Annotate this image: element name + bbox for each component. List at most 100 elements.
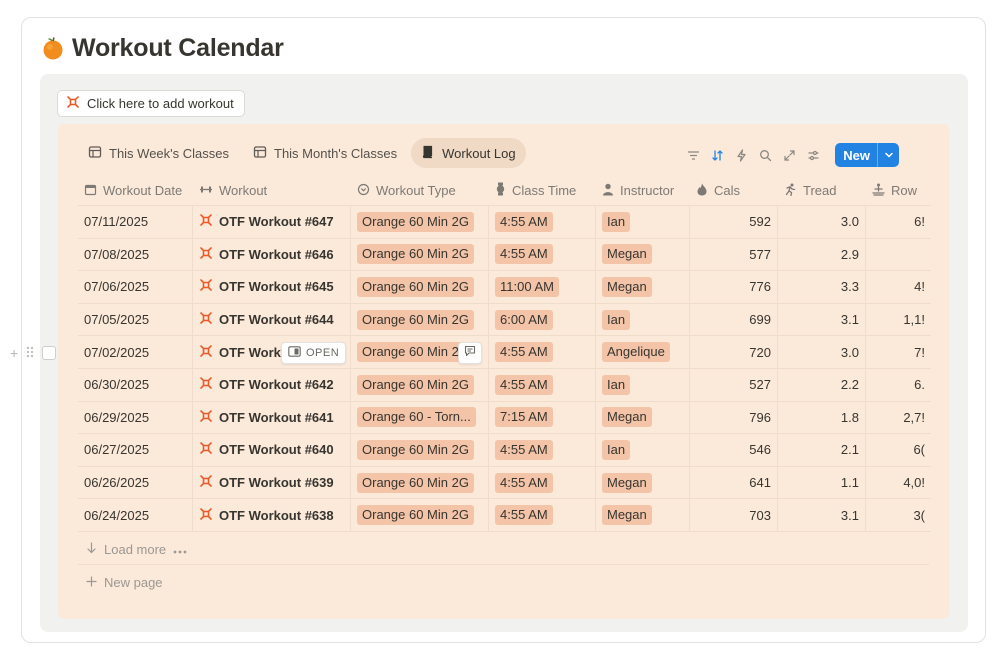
table-row[interactable]: 07/06/2025 OTF Workout #645 Orange 60 Min … (78, 271, 931, 304)
cell-workout-type[interactable]: Orange 60 Min 2G (351, 466, 489, 499)
workout-link[interactable]: OTF Workout #640 (199, 441, 334, 458)
column-header-instructor[interactable]: Instructor (596, 176, 690, 205)
cell-workout-type[interactable]: Orange 60 Min 2G (351, 368, 489, 401)
cell-cals[interactable]: 699 (690, 303, 778, 336)
cell-instructor[interactable]: Megan (596, 401, 690, 434)
cell-workout-date[interactable]: 07/05/2025 (78, 303, 193, 336)
cell-row[interactable]: 2,7! (866, 402, 931, 434)
tab-this-months-classes[interactable]: This Month's Classes (243, 138, 407, 168)
cell-class-time[interactable]: 4:55 AM (489, 238, 596, 271)
cell-workout[interactable]: OTF Workout #641 (193, 401, 351, 434)
cell-class-time[interactable]: 11:00 AM (489, 271, 596, 303)
cell-tread[interactable]: 3.1 (778, 499, 866, 531)
drag-handle-icon[interactable] (26, 345, 34, 361)
table-row[interactable]: 06/30/2025 OTF Workout #642 Orange 60 Min … (78, 368, 931, 402)
cell-row[interactable]: 6. (866, 369, 931, 401)
cell-tread[interactable]: 3.1 (778, 303, 866, 336)
workout-link[interactable]: OTF Workout #644 (199, 311, 334, 328)
workout-link[interactable]: OTF Workout #647 (199, 213, 334, 230)
cell-workout-type[interactable]: Orange 60 Min 2G (351, 499, 489, 531)
table-row[interactable]: 06/24/2025 OTF Workout #638 Orange 60 Min … (78, 499, 931, 532)
table-row[interactable]: 06/27/2025 OTF Workout #640 Orange 60 Min … (78, 434, 931, 467)
table-row[interactable]: 07/05/2025 OTF Workout #644 Orange 60 Min … (78, 303, 931, 337)
cell-cals[interactable]: 720 (690, 336, 778, 368)
cell-instructor[interactable]: Ian (596, 303, 690, 336)
cell-workout-type[interactable]: Orange 60 Min 2G (351, 271, 489, 303)
cell-workout[interactable]: OTF Workout #645 (193, 271, 351, 303)
cell-class-time[interactable]: 4:55 AM (489, 336, 596, 368)
cell-workout-date[interactable]: 07/11/2025 (78, 206, 193, 238)
workout-link[interactable]: OTF Workout #646 (199, 246, 334, 263)
cell-cals[interactable]: 577 (690, 238, 778, 271)
column-header-row[interactable]: Row (866, 176, 931, 205)
cell-tread[interactable]: 3.0 (778, 206, 866, 238)
cell-tread[interactable]: 1.8 (778, 401, 866, 434)
row-checkbox[interactable] (42, 346, 57, 360)
cell-instructor[interactable]: Ian (596, 434, 690, 466)
cell-workout-date[interactable]: 06/30/2025 (78, 368, 193, 401)
cell-row[interactable]: 3( (866, 499, 931, 531)
cell-workout-date[interactable]: 07/08/2025 (78, 238, 193, 271)
cell-row[interactable]: 6( (866, 434, 931, 466)
column-header-tread[interactable]: Tread (778, 176, 866, 205)
cell-workout[interactable]: OTF Workout #647 (193, 206, 351, 238)
automation-icon[interactable] (734, 148, 749, 163)
cell-workout-type[interactable]: Orange 60 Min 2G (351, 206, 489, 238)
table-row[interactable]: 07/11/2025 OTF Workout #647 Orange 60 Min … (78, 206, 931, 239)
cell-instructor[interactable]: Megan (596, 499, 690, 531)
cell-class-time[interactable]: 4:55 AM (489, 466, 596, 499)
column-header-cals[interactable]: Cals (690, 176, 778, 205)
cell-row[interactable]: 4! (866, 271, 931, 303)
cell-row[interactable] (866, 239, 931, 271)
cell-tread[interactable]: 3.0 (778, 336, 866, 368)
cell-cals[interactable]: 592 (690, 206, 778, 238)
load-more-button[interactable]: Load more (86, 539, 187, 559)
cell-workout[interactable]: OTF Workout #646 (193, 238, 351, 271)
add-workout-button[interactable]: Click here to add workout (57, 90, 245, 117)
cell-workout-type[interactable]: Orange 60 Min 2G (351, 434, 489, 466)
cell-workout[interactable]: OTF Workout #642 (193, 368, 351, 401)
comment-button[interactable] (458, 342, 482, 364)
tab-this-weeks-classes[interactable]: This Week's Classes (78, 138, 239, 168)
column-header-workout-date[interactable]: Workout Date (78, 176, 193, 205)
settings-icon[interactable] (806, 148, 821, 163)
workout-link[interactable]: OTF Workout #641 (199, 409, 334, 426)
filter-icon[interactable] (686, 148, 701, 163)
cell-tread[interactable]: 1.1 (778, 466, 866, 499)
cell-workout-date[interactable]: 06/26/2025 (78, 466, 193, 499)
cell-instructor[interactable]: Megan (596, 466, 690, 499)
cell-class-time[interactable]: 4:55 AM (489, 499, 596, 531)
table-row[interactable]: 07/02/2025 OTF Workout #643 Orange 60 Min … (78, 336, 931, 369)
tab-workout-log[interactable]: Workout Log (411, 138, 526, 168)
cell-workout-type[interactable]: Orange 60 - Torn... (351, 401, 489, 434)
cell-class-time[interactable]: 4:55 AM (489, 206, 596, 238)
workout-link[interactable]: OTF Workout #639 (199, 474, 334, 491)
column-header-class-time[interactable]: Class Time (489, 176, 596, 205)
cell-class-time[interactable]: 4:55 AM (489, 368, 596, 401)
workout-link[interactable]: OTF Workout #638 (199, 507, 334, 524)
workout-link[interactable]: OTF Workout #642 (199, 376, 334, 393)
plus-icon[interactable]: + (10, 345, 18, 361)
cell-class-time[interactable]: 6:00 AM (489, 303, 596, 336)
cell-cals[interactable]: 776 (690, 271, 778, 303)
cell-class-time[interactable]: 7:15 AM (489, 401, 596, 434)
cell-tread[interactable]: 2.9 (778, 238, 866, 271)
cell-instructor[interactable]: Ian (596, 206, 690, 238)
table-row[interactable]: 07/08/2025 OTF Workout #646 Orange 60 Min … (78, 238, 931, 272)
cell-workout-date[interactable]: 07/02/2025 (78, 336, 193, 368)
cell-row[interactable]: 1,1! (866, 304, 931, 336)
cell-row[interactable]: 4,0! (866, 467, 931, 499)
cell-instructor[interactable]: Megan (596, 271, 690, 303)
cell-cals[interactable]: 796 (690, 401, 778, 434)
cell-instructor[interactable]: Angelique (596, 336, 690, 368)
cell-instructor[interactable]: Ian (596, 368, 690, 401)
cell-workout-date[interactable]: 06/27/2025 (78, 434, 193, 466)
new-page-button[interactable]: New page (86, 572, 163, 592)
cell-class-time[interactable]: 4:55 AM (489, 434, 596, 466)
cell-workout[interactable]: OTF Workout #640 (193, 434, 351, 466)
search-icon[interactable] (758, 148, 773, 163)
column-header-workout[interactable]: Workout (193, 176, 351, 205)
cell-row[interactable]: 7! (866, 336, 931, 368)
cell-workout-date[interactable]: 06/29/2025 (78, 401, 193, 434)
chevron-down-icon[interactable] (877, 143, 899, 167)
